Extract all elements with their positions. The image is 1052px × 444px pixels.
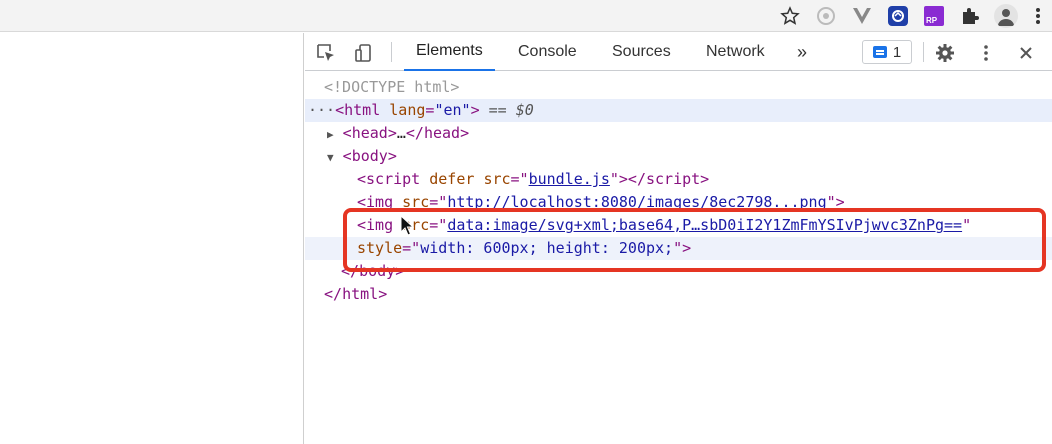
script-node[interactable]: <script defer src="bundle.js"></script> <box>357 168 709 191</box>
close-icon[interactable] <box>1015 42 1037 64</box>
issues-count: 1 <box>892 43 902 61</box>
tab-elements[interactable]: Elements <box>404 33 495 71</box>
vue-devtools-icon[interactable] <box>844 0 880 32</box>
tab-network-label: Network <box>706 43 765 60</box>
toolbar-divider <box>923 42 924 62</box>
head-tag-name: head <box>351 124 388 142</box>
page-viewport <box>0 33 304 444</box>
puzzle-icon[interactable] <box>952 0 988 32</box>
chrome-cast-icon[interactable] <box>808 0 844 32</box>
html-close-node[interactable]: </html> <box>324 283 387 306</box>
script-src-attr: src <box>483 170 511 188</box>
star-icon[interactable] <box>772 0 808 32</box>
browser-toolbar: RP <box>0 0 1052 32</box>
tab-console[interactable]: Console <box>508 33 587 71</box>
browser-toolbar-icons: RP <box>772 0 1052 32</box>
head-close-tag-name: head <box>423 124 461 142</box>
tab-console-label: Console <box>518 43 577 60</box>
html-node[interactable]: ···<html lang="en"> == $0 <box>308 99 534 122</box>
gear-icon[interactable] <box>934 42 956 64</box>
doctype-text: <!DOCTYPE html> <box>324 78 460 96</box>
tab-network[interactable]: Network <box>696 33 775 71</box>
more-options-icon[interactable] <box>975 42 997 64</box>
issues-message-icon <box>872 46 887 58</box>
mouse-cursor-icon <box>400 214 415 242</box>
more-vertical-icon[interactable] <box>1024 0 1052 32</box>
rp-extension-icon[interactable]: RP <box>916 0 952 32</box>
script-defer-attr: defer <box>429 170 475 188</box>
html-lang-value: "en" <box>434 101 471 119</box>
extension-icon[interactable] <box>880 0 916 32</box>
toolbar-divider <box>391 42 392 62</box>
more-tabs-label: » <box>797 41 808 62</box>
profile-avatar-icon[interactable] <box>988 0 1024 32</box>
selected-marker: == $0 <box>488 101 534 119</box>
inspect-element-icon[interactable] <box>315 42 337 64</box>
tab-sources[interactable]: Sources <box>602 33 681 71</box>
collapse-arrow-icon[interactable]: ▼ <box>327 151 334 164</box>
devtools-toolbar: Elements Console Sources Network » 1 <box>305 33 1052 71</box>
more-tabs-button[interactable]: » <box>787 33 817 71</box>
tab-sources-label: Sources <box>612 43 671 60</box>
head-collapsed-ellipsis: … <box>396 124 406 142</box>
expand-arrow-icon[interactable]: ▶ <box>327 128 334 141</box>
html-lang-attr: lang <box>389 101 426 119</box>
html-tag-name: html <box>344 101 381 119</box>
script-src-link[interactable]: bundle.js <box>529 170 610 188</box>
body-node[interactable]: ▼ <body> <box>327 145 397 168</box>
issues-counter-button[interactable]: 1 <box>862 40 912 64</box>
head-node[interactable]: ▶ <head>…</head> <box>327 122 469 145</box>
device-toolbar-icon[interactable] <box>353 42 375 64</box>
tab-elements-label: Elements <box>416 42 483 59</box>
html-close-tag-name: html <box>342 285 379 303</box>
highlight-annotation-box <box>343 208 1046 272</box>
doctype-node[interactable]: <!DOCTYPE html> <box>324 76 459 99</box>
ellipsis-menu-icon[interactable]: ··· <box>308 101 335 119</box>
body-tag-name: body <box>351 147 388 165</box>
